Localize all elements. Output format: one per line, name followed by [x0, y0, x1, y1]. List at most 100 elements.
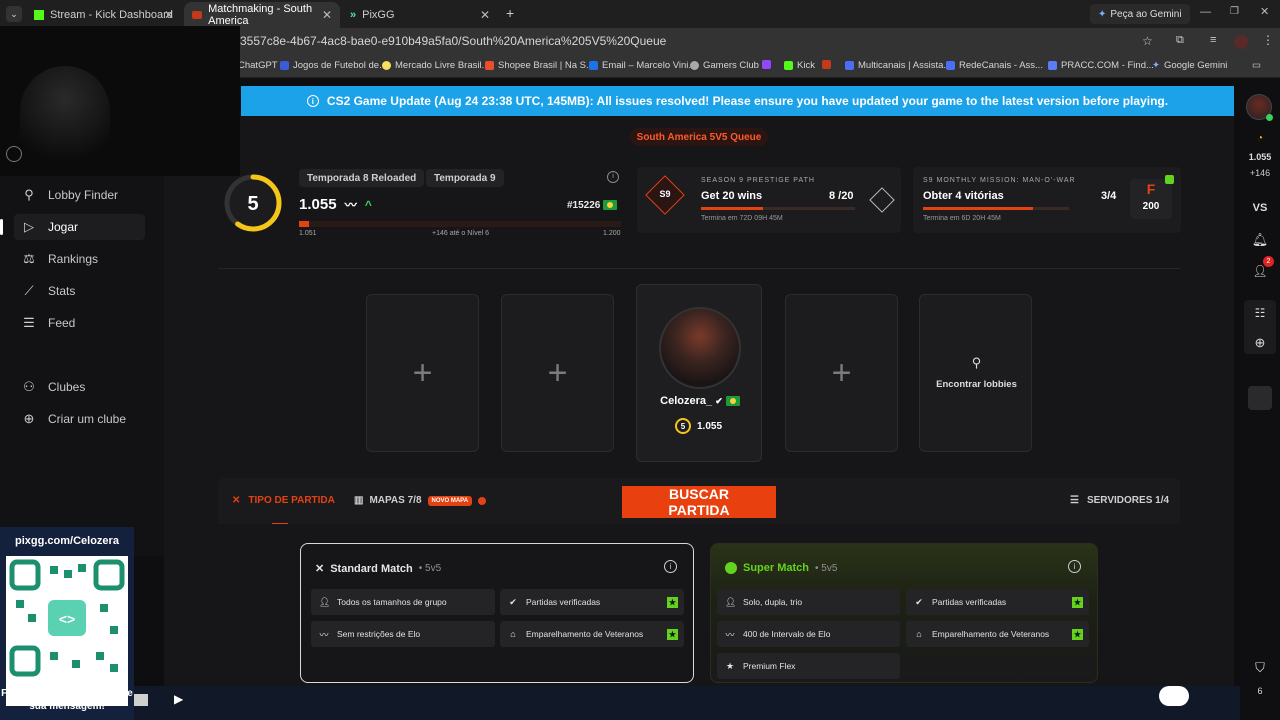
bookmark[interactable] [762, 60, 771, 69]
trend-icon: 〰 [725, 629, 735, 640]
nav-rankings[interactable]: ⚖ Rankings [14, 246, 145, 272]
close-icon[interactable]: ✕ [322, 8, 332, 22]
star-icon[interactable]: ☆ [1142, 34, 1153, 48]
bookmark[interactable]: Shopee Brasil | Na S... [485, 60, 594, 71]
new-tab-button[interactable]: + [506, 5, 514, 21]
feature-row: 〰 Sem restrições de Elo [311, 621, 495, 647]
bookmark-icon [845, 61, 854, 70]
map-icon: ▥ [354, 495, 364, 506]
empty-lobby-slot[interactable]: + [785, 294, 898, 452]
nav-lobby-finder[interactable]: ⚲ Lobby Finder [14, 182, 145, 208]
gc-logo-icon[interactable]: ⛉ [1240, 660, 1280, 676]
bookmark[interactable]: RedeCanais - Ass... [946, 60, 1043, 71]
level-ring-svg: 5 [224, 174, 282, 232]
close-icon[interactable]: ✕ [164, 8, 174, 22]
section-divider [218, 268, 1180, 269]
tab-kick-dashboard[interactable]: Stream - Kick Dashboard ✕ [26, 2, 182, 28]
brazil-flag-icon [725, 396, 740, 407]
tab-mapas[interactable]: ▥ MAPAS 7/8 NOVO MAPA [354, 495, 487, 506]
bookmark[interactable]: PRACC.COM - Find... [1048, 60, 1154, 71]
match-sub: • 5v5 [815, 562, 838, 574]
bookmark[interactable]: ChatGPT [238, 60, 278, 71]
tab-tipo-partida[interactable]: ✕ TIPO DE PARTIDA [232, 495, 335, 506]
party-icon[interactable]: ☷ [1240, 306, 1280, 320]
verified-icon: ✔ [509, 596, 517, 607]
super-icon [725, 562, 737, 574]
tab-pixgg[interactable]: » PixGG ✕ [342, 2, 498, 28]
window-close-button[interactable]: ✕ [1260, 5, 1269, 18]
mission-footer: Termina em 72D 09H 45M [701, 215, 783, 222]
nav-label: Jogar [48, 220, 79, 234]
info-icon[interactable]: i [1068, 560, 1081, 573]
play-icon[interactable]: ▶ [174, 692, 183, 706]
bookmark[interactable]: Email – Marcelo Vini... [589, 60, 696, 71]
feature-label: Emparelhamento de Veteranos [932, 629, 1050, 639]
nav-label: Clubes [48, 380, 86, 394]
bookmark[interactable]: Multicanais | Assista... [845, 60, 951, 71]
menu-icon[interactable]: ⋮ [1262, 33, 1274, 47]
profile-avatar[interactable] [1234, 35, 1248, 49]
vs-button[interactable]: VS [1240, 202, 1280, 214]
season-tab[interactable]: Temporada 9 [426, 169, 504, 187]
url-field[interactable]: 3557c8e-4b67-4ac8-bae0-e910b49a5fa0/Sout… [240, 34, 666, 48]
play-icon: ▷ [24, 219, 34, 234]
minimize-button[interactable]: — [1200, 6, 1211, 18]
tab-list-button[interactable]: ⌄ [6, 6, 22, 22]
find-lobbies-button[interactable]: ⚲ Encontrar lobbies [919, 294, 1032, 452]
taskbar-clock: 6 [1257, 686, 1263, 696]
media-icon[interactable]: ≡ [1210, 34, 1216, 46]
bookmark[interactable]: Kick [784, 60, 815, 71]
nav-criar-clube[interactable]: ⊕ Criar um clube [14, 406, 145, 432]
bookmark[interactable] [822, 60, 831, 69]
nav-feed[interactable]: ☰ Feed [14, 310, 145, 336]
svg-text:<>: <> [59, 611, 75, 627]
gemini-button[interactable]: ✦ Peça ao Gemini [1090, 4, 1190, 24]
all-bookmarks-icon[interactable]: ▭ [1252, 60, 1261, 71]
match-title: Super Match • 5v5 [725, 562, 837, 574]
monthly-mission-card[interactable]: S9 MONTHLY MISSION: MAN-O'-WAR Obter 4 v… [913, 167, 1181, 233]
player-card[interactable]: Celozera_ ✔ 5 1.055 [636, 284, 762, 462]
extensions-icon[interactable]: ⧉ [1176, 34, 1184, 47]
nav-jogar[interactable]: ▷ Jogar [14, 214, 145, 240]
tab-servidores[interactable]: ☰ SERVIDORES 1/4 [1070, 495, 1169, 506]
add-circle-icon[interactable]: ⊕ [1240, 335, 1280, 351]
bookmark[interactable]: ✦ Google Gemini [1152, 60, 1227, 71]
right-sidebar: ◔ 1.055 +146 VS 🔔︎ 👤︎ 2 ☷ ⊕ ⛉ 6 [1240, 78, 1280, 720]
mission-title: Get 20 wins [701, 190, 763, 202]
update-banner: i CS2 Game Update (Aug 24 23:38 UTC, 145… [241, 86, 1234, 116]
empty-lobby-slot[interactable]: + [501, 294, 614, 452]
season-tab[interactable]: Temporada 8 Reloaded [299, 169, 425, 187]
find-match-button[interactable]: BUSCAR PARTIDA [622, 486, 776, 518]
empty-slot[interactable] [1248, 386, 1272, 410]
bookmark[interactable]: Mercado Livre Brasil... [382, 60, 490, 71]
prestige-mission-card[interactable]: S9 SEASON 9 PRESTIGE PATH Get 20 wins 8 … [637, 167, 901, 233]
webcam-logo-icon [6, 146, 22, 162]
bookmark-icon [1048, 61, 1057, 70]
super-match-card[interactable]: Super Match • 5v5 i 👤︎ Solo, dupla, trio ✔… [710, 543, 1098, 683]
friends-icon[interactable]: 👤︎ [1240, 264, 1280, 278]
bell-icon[interactable]: 🔔︎ [1240, 232, 1280, 248]
nav-clubes[interactable]: ⚇ Clubes [14, 374, 145, 400]
info-icon[interactable]: i [664, 560, 677, 573]
tab-matchmaking[interactable]: Matchmaking - South America ✕ [184, 2, 340, 28]
bookmark-icon [485, 61, 494, 70]
info-icon[interactable]: i [607, 171, 619, 183]
match-sub: • 5v5 [418, 563, 442, 574]
feature-row: 👤︎ Todos os tamanhos de grupo [311, 589, 495, 615]
maximize-button[interactable]: ❐ [1230, 6, 1239, 17]
bookmark-label: Mercado Livre Brasil... [395, 60, 490, 71]
taskbar-app[interactable] [134, 694, 148, 706]
mission-bar [923, 207, 1069, 210]
nav-stats[interactable]: ⟋ Stats [14, 278, 145, 304]
feature-label: Emparelhamento de Veteranos [526, 629, 644, 639]
empty-lobby-slot[interactable]: + [366, 294, 479, 452]
lock-icon [1165, 175, 1174, 184]
close-icon[interactable]: ✕ [480, 8, 490, 22]
bookmark[interactable]: Jogos de Futebol de... [280, 60, 387, 71]
nav-label: Stats [48, 284, 76, 298]
bookmark[interactable]: Gamers Club [690, 60, 759, 71]
elo-progress-fill [299, 221, 309, 227]
bookmark-icon [589, 61, 598, 70]
standard-match-card[interactable]: ✕ Standard Match • 5v5 i 👤︎ Todos os tamanh… [300, 543, 694, 683]
chat-icon[interactable] [1159, 686, 1189, 706]
